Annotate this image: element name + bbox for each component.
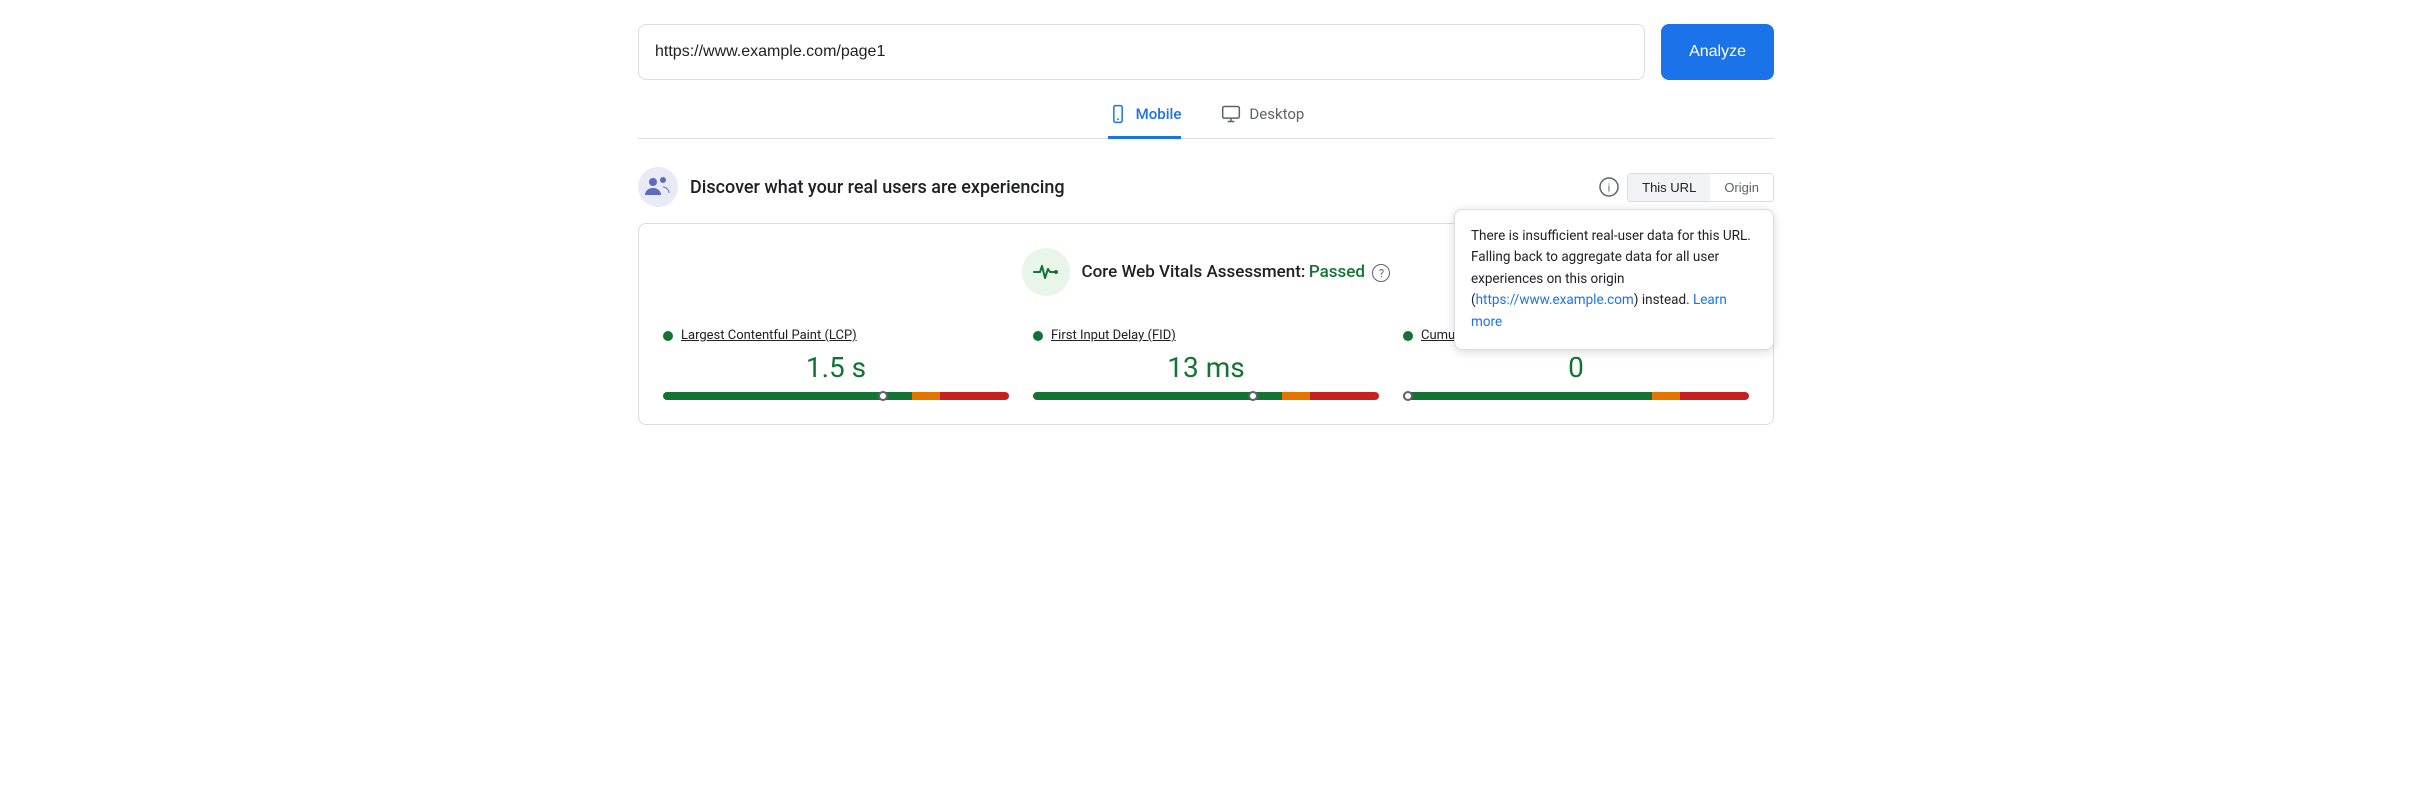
metric-lcp-bar — [663, 392, 1009, 400]
bar-lcp-indicator — [878, 391, 888, 401]
toggle-buttons: This URL Origin — [1627, 173, 1774, 202]
metric-lcp-label-row: Largest Contentful Paint (LCP) — [663, 328, 1009, 343]
this-url-toggle-button[interactable]: This URL — [1628, 174, 1710, 201]
cwv-help-icon[interactable]: ? — [1372, 264, 1390, 282]
url-origin-toggle: i This URL Origin There is insufficient … — [1599, 173, 1774, 202]
metric-lcp-value: 1.5 s — [663, 351, 1009, 384]
bar-green-fid — [1033, 392, 1282, 400]
svg-text:i: i — [1608, 183, 1610, 195]
cwv-icon — [1022, 248, 1070, 296]
section-title: Discover what your real users are experi… — [690, 177, 1065, 198]
bar-fid-indicator — [1248, 391, 1258, 401]
cwv-title-row: Core Web Vitals Assessment: Passed ? — [1082, 262, 1391, 283]
metric-fid-bar — [1033, 392, 1379, 400]
metric-fid: First Input Delay (FID) 13 ms — [1033, 328, 1379, 400]
bar-orange-cls — [1652, 392, 1680, 400]
section-header: Discover what your real users are experi… — [638, 167, 1774, 207]
desktop-icon — [1221, 104, 1241, 124]
page-wrapper: Analyze Mobile Desktop — [606, 0, 1806, 449]
users-icon — [638, 167, 678, 207]
metric-fid-label[interactable]: First Input Delay (FID) — [1051, 328, 1176, 343]
bar-orange-fid — [1282, 392, 1310, 400]
metric-cls-bar — [1403, 392, 1749, 400]
metric-fid-value: 13 ms — [1033, 351, 1379, 384]
tooltip-text-part2: ) instead. — [1634, 292, 1690, 308]
metric-fid-label-row: First Input Delay (FID) — [1033, 328, 1379, 343]
origin-toggle-button[interactable]: Origin — [1710, 174, 1773, 201]
bar-orange — [912, 392, 940, 400]
tabs-row: Mobile Desktop — [638, 104, 1774, 139]
bar-red — [940, 392, 1009, 400]
metric-lcp: Largest Contentful Paint (LCP) 1.5 s — [663, 328, 1009, 400]
analyze-button[interactable]: Analyze — [1661, 24, 1774, 80]
section-header-left: Discover what your real users are experi… — [638, 167, 1065, 207]
bar-red-fid — [1310, 392, 1379, 400]
metric-cls-value: 0 — [1403, 351, 1749, 384]
info-icon[interactable]: i — [1599, 177, 1619, 197]
metric-cls-dot — [1403, 331, 1413, 341]
metric-lcp-dot — [663, 331, 673, 341]
tab-desktop-label: Desktop — [1249, 105, 1304, 123]
url-bar-row: Analyze — [638, 24, 1774, 80]
metric-lcp-label[interactable]: Largest Contentful Paint (LCP) — [681, 328, 857, 343]
bar-red-cls — [1680, 392, 1749, 400]
url-input[interactable] — [638, 24, 1645, 80]
tooltip-popup: There is insufficient real-user data for… — [1454, 209, 1774, 351]
heartbeat-icon — [1032, 258, 1060, 286]
tab-desktop[interactable]: Desktop — [1221, 104, 1304, 139]
tooltip-origin-link[interactable]: https://www.example.com — [1476, 292, 1634, 308]
bar-green — [663, 392, 912, 400]
mobile-icon — [1108, 104, 1128, 124]
cwv-assessment-label: Core Web Vitals Assessment: — [1082, 262, 1306, 282]
tab-mobile[interactable]: Mobile — [1108, 104, 1182, 139]
metric-fid-dot — [1033, 331, 1043, 341]
bar-green-cls — [1403, 392, 1652, 400]
cwv-status: Passed — [1309, 262, 1365, 282]
tab-mobile-label: Mobile — [1136, 105, 1182, 123]
bar-cls-indicator — [1403, 391, 1413, 401]
